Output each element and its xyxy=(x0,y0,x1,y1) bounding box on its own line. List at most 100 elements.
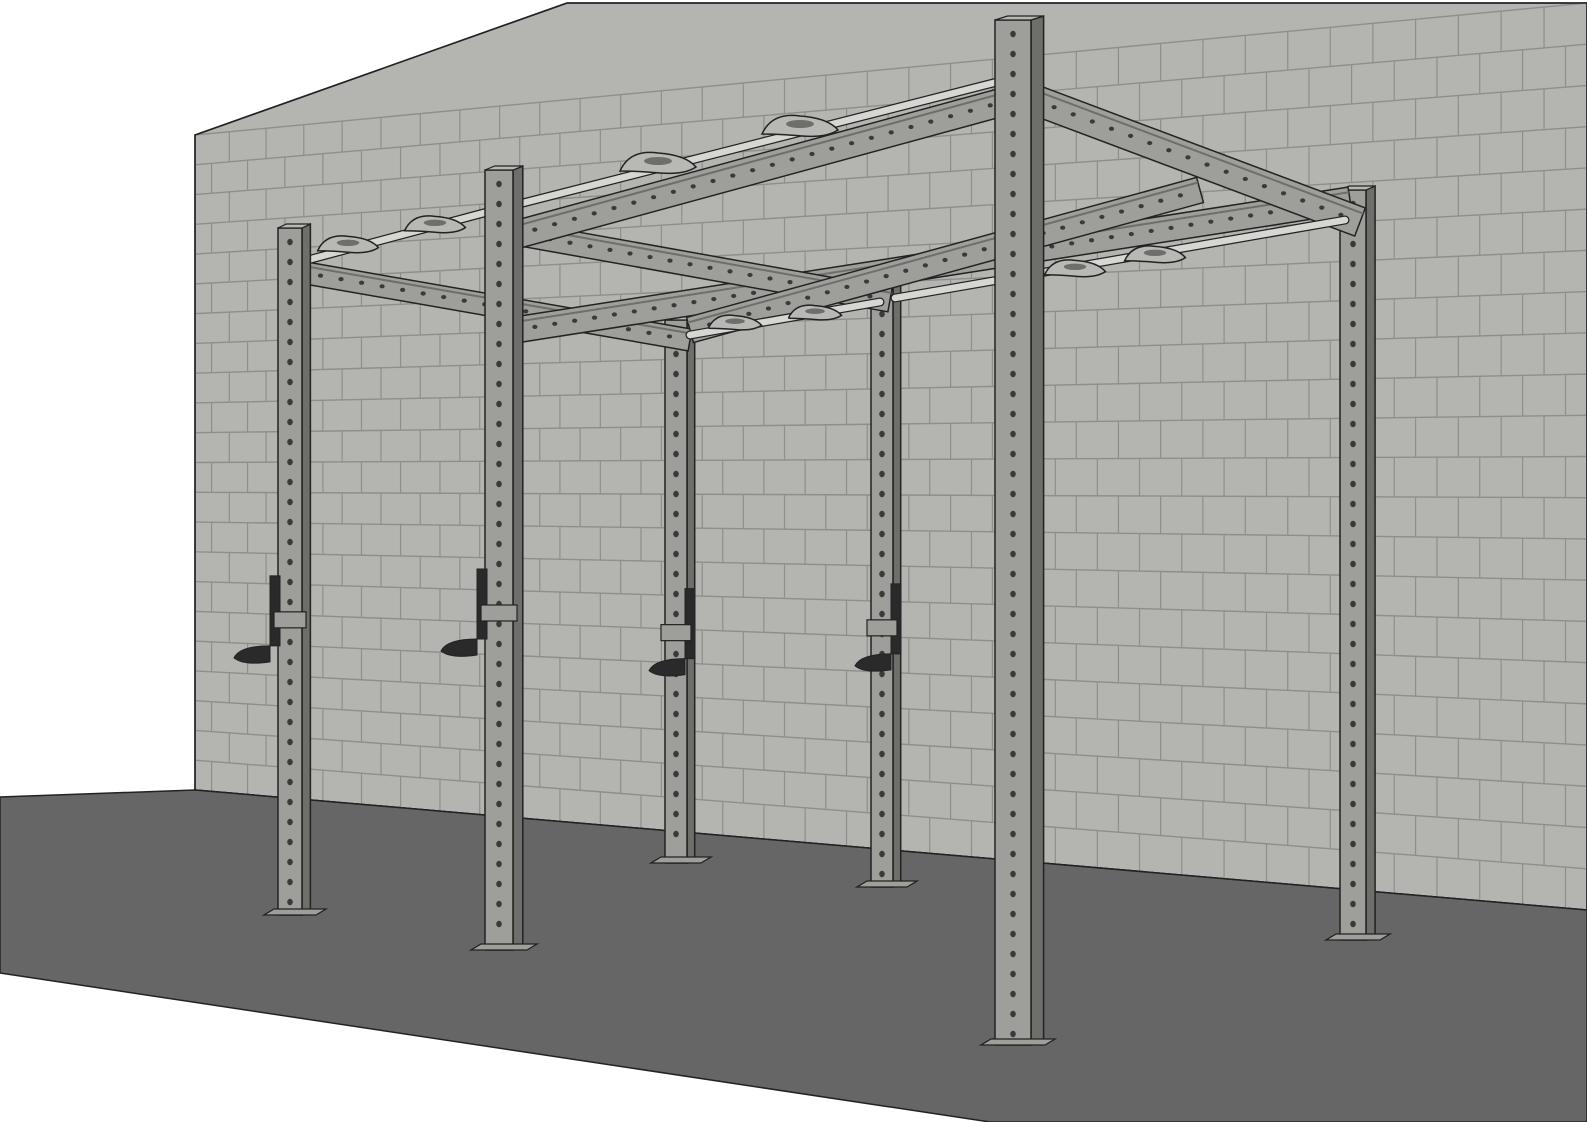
beam-hole xyxy=(1148,228,1154,234)
beam-hole xyxy=(789,157,795,162)
beam-hole xyxy=(532,324,538,330)
upright-hole xyxy=(879,870,885,878)
upright-hole xyxy=(287,418,293,426)
scene-canvas xyxy=(0,2,1587,1122)
beam-hole xyxy=(1138,204,1144,209)
beam-hole xyxy=(767,276,773,281)
upright-hole xyxy=(1010,790,1016,798)
upright-hole xyxy=(673,750,679,758)
upright-hole xyxy=(1010,230,1016,238)
upright-hole xyxy=(1350,880,1356,888)
beam-hole xyxy=(671,303,677,308)
beam-hole xyxy=(908,124,914,130)
upright-hole xyxy=(1350,580,1356,588)
upright-hole xyxy=(673,370,679,378)
upright-hole xyxy=(287,318,293,326)
beam-hole xyxy=(670,189,677,194)
upright-hole xyxy=(1010,550,1016,558)
upright-hole xyxy=(1350,560,1356,568)
upright-hole xyxy=(1350,900,1356,908)
upright-hole xyxy=(287,598,293,606)
upright-hole xyxy=(1010,50,1016,58)
upright-hole xyxy=(1010,870,1016,878)
upright-hole xyxy=(287,698,293,706)
upright-hole xyxy=(1010,990,1016,998)
upright-hole xyxy=(496,420,502,428)
upright-hole xyxy=(496,300,502,308)
upright-hole xyxy=(1010,70,1016,78)
upright-hole xyxy=(1010,90,1016,98)
upright-hole xyxy=(287,858,293,866)
upright-hole xyxy=(879,410,885,418)
upright-hole xyxy=(1010,1030,1016,1038)
upright-hole xyxy=(673,710,679,718)
upright-hole xyxy=(1010,530,1016,538)
beam-hole xyxy=(1247,213,1254,218)
beam-hole xyxy=(750,290,757,295)
upright-hole xyxy=(287,818,293,826)
upright-hole xyxy=(1010,590,1016,598)
upright-hole xyxy=(1010,190,1016,198)
j-hook-collar xyxy=(660,624,692,642)
j-hook-plate xyxy=(476,568,488,640)
grip-opening xyxy=(1063,263,1087,270)
upright-side xyxy=(1365,184,1376,942)
upright-hole xyxy=(879,770,885,778)
upright-hole xyxy=(1010,690,1016,698)
upright-hole xyxy=(496,260,502,268)
beam-hole xyxy=(523,309,529,314)
upright-hole xyxy=(1010,350,1016,358)
beam-hole xyxy=(611,205,617,211)
upright-hole xyxy=(1010,390,1016,398)
beam-hole xyxy=(829,146,835,151)
beam-hole xyxy=(1128,231,1134,237)
upright-hole xyxy=(496,400,502,408)
upright-hole xyxy=(879,470,885,478)
beam-hole xyxy=(1204,162,1210,167)
beam-hole xyxy=(863,279,870,284)
upright-hole xyxy=(287,798,293,806)
beam-hole xyxy=(769,162,776,167)
j-hook-collar xyxy=(866,619,898,637)
upright-hole xyxy=(1010,650,1016,658)
upright-hole xyxy=(1010,890,1016,898)
beam-hole xyxy=(1089,119,1095,124)
upright-hole xyxy=(496,220,502,228)
upright-hole xyxy=(1010,670,1016,678)
base-plate xyxy=(854,880,920,888)
upright-hole xyxy=(287,498,293,506)
upright-hole xyxy=(1350,860,1356,868)
upright-face xyxy=(277,227,303,916)
base-plate xyxy=(1323,933,1393,941)
upright-hole xyxy=(496,800,502,808)
upright-hole xyxy=(287,778,293,786)
beam-hole xyxy=(627,251,633,256)
upright-hole xyxy=(879,390,885,398)
upright-hole xyxy=(1350,700,1356,708)
upright-hole xyxy=(879,750,885,758)
beam-hole xyxy=(651,195,657,200)
beam-hole xyxy=(571,216,578,221)
beam-hole xyxy=(1185,155,1191,160)
upright-hole xyxy=(496,620,502,628)
upright-hole xyxy=(496,840,502,848)
beam-hole xyxy=(1223,169,1229,174)
beam-hole xyxy=(731,293,737,299)
upright-hole xyxy=(287,678,293,686)
grip-opening xyxy=(1143,249,1167,256)
beam-hole xyxy=(922,263,928,268)
upright-side xyxy=(512,164,524,952)
upright-hole xyxy=(1350,760,1356,768)
upright-hole xyxy=(879,710,885,718)
upright-hole xyxy=(673,410,679,418)
beam-hole xyxy=(809,151,815,157)
upright-hole xyxy=(1010,810,1016,818)
upright-hole xyxy=(1010,610,1016,618)
upright-hole xyxy=(496,680,502,688)
beam-hole xyxy=(785,300,791,306)
upright-hole xyxy=(1010,370,1016,378)
upright-hole xyxy=(1010,270,1016,278)
upright-hole xyxy=(879,810,885,818)
grip-opening xyxy=(786,120,814,128)
upright-hole xyxy=(879,550,885,558)
